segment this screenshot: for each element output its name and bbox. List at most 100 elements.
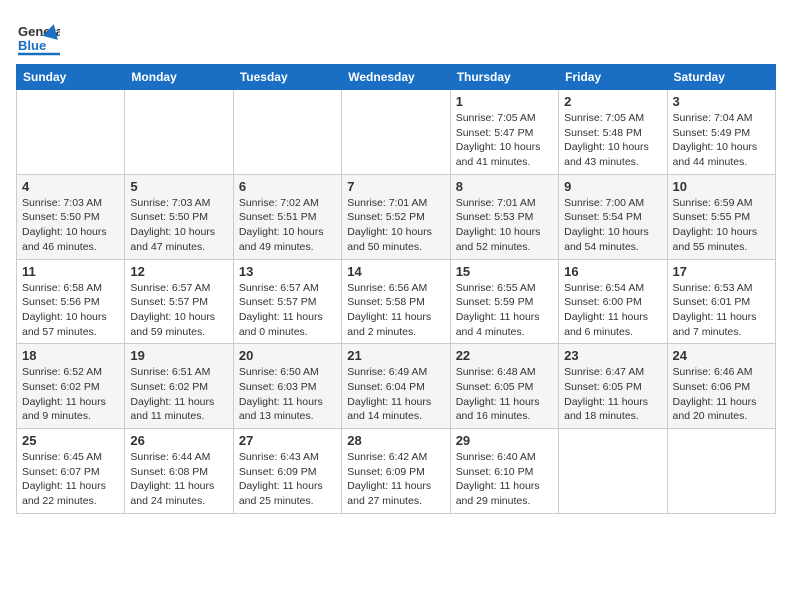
week-row-4: 18 Sunrise: 6:52 AM Sunset: 6:02 PM Dayli… bbox=[17, 344, 776, 429]
logo-icon: General Blue bbox=[16, 16, 60, 60]
svg-text:Blue: Blue bbox=[18, 38, 46, 53]
calendar-cell: 6 Sunrise: 7:02 AM Sunset: 5:51 PM Daylig… bbox=[233, 174, 341, 259]
calendar-cell: 3 Sunrise: 7:04 AM Sunset: 5:49 PM Daylig… bbox=[667, 90, 775, 175]
calendar-cell: 19 Sunrise: 6:51 AM Sunset: 6:02 PM Dayli… bbox=[125, 344, 233, 429]
day-number: 6 bbox=[239, 179, 336, 194]
calendar-cell: 10 Sunrise: 6:59 AM Sunset: 5:55 PM Dayli… bbox=[667, 174, 775, 259]
day-header-friday: Friday bbox=[559, 65, 667, 90]
calendar-cell: 1 Sunrise: 7:05 AM Sunset: 5:47 PM Daylig… bbox=[450, 90, 558, 175]
calendar-body: 1 Sunrise: 7:05 AM Sunset: 5:47 PM Daylig… bbox=[17, 90, 776, 514]
week-row-2: 4 Sunrise: 7:03 AM Sunset: 5:50 PM Daylig… bbox=[17, 174, 776, 259]
day-header-sunday: Sunday bbox=[17, 65, 125, 90]
calendar-cell: 25Sunrise: 6:45 AM Sunset: 6:07 PM Dayli… bbox=[17, 429, 125, 514]
day-details: Sunrise: 6:42 AM Sunset: 6:09 PM Dayligh… bbox=[347, 450, 444, 509]
calendar-header: SundayMondayTuesdayWednesdayThursdayFrid… bbox=[17, 65, 776, 90]
calendar-cell: 20 Sunrise: 6:50 AM Sunset: 6:03 PM Dayli… bbox=[233, 344, 341, 429]
day-details: Sunrise: 7:03 AM Sunset: 5:50 PM Dayligh… bbox=[130, 196, 227, 255]
day-header-tuesday: Tuesday bbox=[233, 65, 341, 90]
day-number: 19 bbox=[130, 348, 227, 363]
day-details: Sunrise: 7:04 AM Sunset: 5:49 PM Dayligh… bbox=[673, 111, 770, 170]
day-number: 18 bbox=[22, 348, 119, 363]
day-details: Sunrise: 6:57 AM Sunset: 5:57 PM Dayligh… bbox=[130, 281, 227, 340]
day-number: 11 bbox=[22, 264, 119, 279]
calendar-cell: 12 Sunrise: 6:57 AM Sunset: 5:57 PM Dayli… bbox=[125, 259, 233, 344]
calendar-cell: 2 Sunrise: 7:05 AM Sunset: 5:48 PM Daylig… bbox=[559, 90, 667, 175]
day-number: 1 bbox=[456, 94, 553, 109]
calendar-cell: 29Sunrise: 6:40 AM Sunset: 6:10 PM Dayli… bbox=[450, 429, 558, 514]
day-number: 28 bbox=[347, 433, 444, 448]
calendar-cell: 4 Sunrise: 7:03 AM Sunset: 5:50 PM Daylig… bbox=[17, 174, 125, 259]
calendar-cell: 28 Sunrise: 6:42 AM Sunset: 6:09 PM Dayli… bbox=[342, 429, 450, 514]
day-number: 5 bbox=[130, 179, 227, 194]
calendar-cell: 5 Sunrise: 7:03 AM Sunset: 5:50 PM Daylig… bbox=[125, 174, 233, 259]
day-number: 12 bbox=[130, 264, 227, 279]
calendar-cell bbox=[559, 429, 667, 514]
day-number: 7 bbox=[347, 179, 444, 194]
calendar-cell: 8 Sunrise: 7:01 AM Sunset: 5:53 PM Daylig… bbox=[450, 174, 558, 259]
day-number: 13 bbox=[239, 264, 336, 279]
day-details: Sunrise: 7:01 AM Sunset: 5:53 PM Dayligh… bbox=[456, 196, 553, 255]
day-number: 21 bbox=[347, 348, 444, 363]
calendar-cell: 13Sunrise: 6:57 AM Sunset: 5:57 PM Dayli… bbox=[233, 259, 341, 344]
day-details: Sunrise: 6:59 AM Sunset: 5:55 PM Dayligh… bbox=[673, 196, 770, 255]
calendar-table: SundayMondayTuesdayWednesdayThursdayFrid… bbox=[16, 64, 776, 514]
day-number: 23 bbox=[564, 348, 661, 363]
day-number: 25 bbox=[22, 433, 119, 448]
day-number: 17 bbox=[673, 264, 770, 279]
day-details: Sunrise: 6:44 AM Sunset: 6:08 PM Dayligh… bbox=[130, 450, 227, 509]
calendar-cell: 16 Sunrise: 6:54 AM Sunset: 6:00 PM Dayli… bbox=[559, 259, 667, 344]
day-number: 26 bbox=[130, 433, 227, 448]
day-number: 10 bbox=[673, 179, 770, 194]
day-details: Sunrise: 6:53 AM Sunset: 6:01 PM Dayligh… bbox=[673, 281, 770, 340]
calendar-cell bbox=[667, 429, 775, 514]
day-details: Sunrise: 6:55 AM Sunset: 5:59 PM Dayligh… bbox=[456, 281, 553, 340]
week-row-3: 11Sunrise: 6:58 AM Sunset: 5:56 PM Dayli… bbox=[17, 259, 776, 344]
day-details: Sunrise: 7:03 AM Sunset: 5:50 PM Dayligh… bbox=[22, 196, 119, 255]
day-number: 16 bbox=[564, 264, 661, 279]
day-details: Sunrise: 6:52 AM Sunset: 6:02 PM Dayligh… bbox=[22, 365, 119, 424]
day-number: 27 bbox=[239, 433, 336, 448]
calendar-cell: 21 Sunrise: 6:49 AM Sunset: 6:04 PM Dayli… bbox=[342, 344, 450, 429]
week-row-1: 1 Sunrise: 7:05 AM Sunset: 5:47 PM Daylig… bbox=[17, 90, 776, 175]
calendar-cell: 26 Sunrise: 6:44 AM Sunset: 6:08 PM Dayli… bbox=[125, 429, 233, 514]
calendar-cell: 23 Sunrise: 6:47 AM Sunset: 6:05 PM Dayli… bbox=[559, 344, 667, 429]
day-number: 3 bbox=[673, 94, 770, 109]
calendar-cell: 9 Sunrise: 7:00 AM Sunset: 5:54 PM Daylig… bbox=[559, 174, 667, 259]
day-details: Sunrise: 6:54 AM Sunset: 6:00 PM Dayligh… bbox=[564, 281, 661, 340]
day-details: Sunrise: 6:43 AM Sunset: 6:09 PM Dayligh… bbox=[239, 450, 336, 509]
week-row-5: 25Sunrise: 6:45 AM Sunset: 6:07 PM Dayli… bbox=[17, 429, 776, 514]
calendar-cell bbox=[125, 90, 233, 175]
day-number: 8 bbox=[456, 179, 553, 194]
day-number: 22 bbox=[456, 348, 553, 363]
calendar-cell bbox=[17, 90, 125, 175]
calendar-cell: 24 Sunrise: 6:46 AM Sunset: 6:06 PM Dayli… bbox=[667, 344, 775, 429]
day-details: Sunrise: 6:50 AM Sunset: 6:03 PM Dayligh… bbox=[239, 365, 336, 424]
day-number: 20 bbox=[239, 348, 336, 363]
day-details: Sunrise: 7:05 AM Sunset: 5:47 PM Dayligh… bbox=[456, 111, 553, 170]
calendar-cell: 27 Sunrise: 6:43 AM Sunset: 6:09 PM Dayli… bbox=[233, 429, 341, 514]
header-row: SundayMondayTuesdayWednesdayThursdayFrid… bbox=[17, 65, 776, 90]
calendar-cell: 11Sunrise: 6:58 AM Sunset: 5:56 PM Dayli… bbox=[17, 259, 125, 344]
day-number: 24 bbox=[673, 348, 770, 363]
day-details: Sunrise: 6:46 AM Sunset: 6:06 PM Dayligh… bbox=[673, 365, 770, 424]
calendar-cell: 7 Sunrise: 7:01 AM Sunset: 5:52 PM Daylig… bbox=[342, 174, 450, 259]
day-number: 15 bbox=[456, 264, 553, 279]
calendar-cell: 17 Sunrise: 6:53 AM Sunset: 6:01 PM Dayli… bbox=[667, 259, 775, 344]
day-details: Sunrise: 6:51 AM Sunset: 6:02 PM Dayligh… bbox=[130, 365, 227, 424]
day-details: Sunrise: 6:56 AM Sunset: 5:58 PM Dayligh… bbox=[347, 281, 444, 340]
day-details: Sunrise: 7:05 AM Sunset: 5:48 PM Dayligh… bbox=[564, 111, 661, 170]
day-number: 4 bbox=[22, 179, 119, 194]
day-details: Sunrise: 7:00 AM Sunset: 5:54 PM Dayligh… bbox=[564, 196, 661, 255]
calendar-cell bbox=[342, 90, 450, 175]
day-details: Sunrise: 6:47 AM Sunset: 6:05 PM Dayligh… bbox=[564, 365, 661, 424]
day-details: Sunrise: 7:02 AM Sunset: 5:51 PM Dayligh… bbox=[239, 196, 336, 255]
day-number: 2 bbox=[564, 94, 661, 109]
day-details: Sunrise: 7:01 AM Sunset: 5:52 PM Dayligh… bbox=[347, 196, 444, 255]
day-number: 9 bbox=[564, 179, 661, 194]
day-number: 29 bbox=[456, 433, 553, 448]
calendar-cell bbox=[233, 90, 341, 175]
calendar-cell: 22Sunrise: 6:48 AM Sunset: 6:05 PM Dayli… bbox=[450, 344, 558, 429]
calendar-cell: 15 Sunrise: 6:55 AM Sunset: 5:59 PM Dayli… bbox=[450, 259, 558, 344]
logo: General Blue bbox=[16, 16, 60, 60]
day-details: Sunrise: 6:49 AM Sunset: 6:04 PM Dayligh… bbox=[347, 365, 444, 424]
